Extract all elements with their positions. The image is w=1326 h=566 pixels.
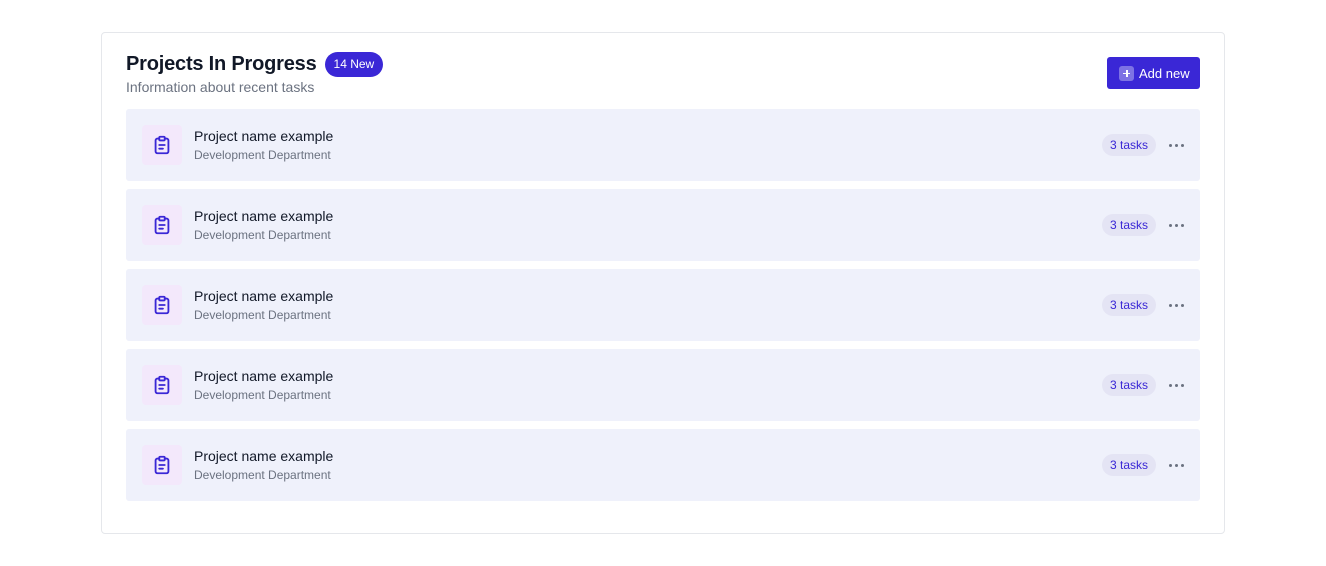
- project-department: Development Department: [194, 228, 331, 242]
- project-row[interactable]: Project name example Development Departm…: [126, 269, 1200, 341]
- project-row[interactable]: Project name example Development Departm…: [126, 189, 1200, 261]
- more-options-icon[interactable]: [1166, 135, 1186, 155]
- project-department: Development Department: [194, 148, 331, 162]
- projects-card: Projects In Progress 14 New Information …: [101, 32, 1225, 534]
- more-options-icon[interactable]: [1166, 455, 1186, 475]
- card-title: Projects In Progress: [126, 52, 317, 75]
- clipboard-icon: [142, 445, 182, 485]
- project-department: Development Department: [194, 308, 331, 322]
- clipboard-icon: [142, 125, 182, 165]
- clipboard-icon: [142, 285, 182, 325]
- project-list: Project name example Development Departm…: [126, 109, 1200, 509]
- add-new-label: Add new: [1139, 65, 1190, 81]
- tasks-count-badge: 3 tasks: [1101, 294, 1156, 316]
- project-department: Development Department: [194, 388, 331, 402]
- more-options-icon[interactable]: [1166, 375, 1186, 395]
- card-header: Projects In Progress 14 New Information …: [126, 51, 1200, 111]
- project-department: Development Department: [194, 468, 331, 482]
- project-name: Project name example: [194, 128, 334, 144]
- clipboard-icon: [142, 205, 182, 245]
- tasks-count-badge: 3 tasks: [1101, 374, 1156, 396]
- clipboard-icon: [142, 365, 182, 405]
- project-name: Project name example: [194, 208, 334, 224]
- tasks-count-badge: 3 tasks: [1101, 134, 1156, 156]
- project-row[interactable]: Project name example Development Departm…: [126, 429, 1200, 501]
- more-options-icon[interactable]: [1166, 295, 1186, 315]
- project-row[interactable]: Project name example Development Departm…: [126, 349, 1200, 421]
- new-count-badge: 14 New: [324, 51, 384, 77]
- tasks-count-badge: 3 tasks: [1101, 214, 1156, 236]
- project-name: Project name example: [194, 368, 334, 384]
- project-row[interactable]: Project name example Development Departm…: [126, 109, 1200, 181]
- tasks-count-badge: 3 tasks: [1101, 454, 1156, 476]
- more-options-icon[interactable]: [1166, 215, 1186, 235]
- add-new-button[interactable]: Add new: [1107, 57, 1200, 89]
- plus-icon: [1119, 65, 1134, 81]
- project-name: Project name example: [194, 448, 334, 464]
- project-name: Project name example: [194, 288, 334, 304]
- title-row: Projects In Progress 14 New: [126, 51, 1200, 77]
- card-subtitle: Information about recent tasks: [126, 79, 315, 95]
